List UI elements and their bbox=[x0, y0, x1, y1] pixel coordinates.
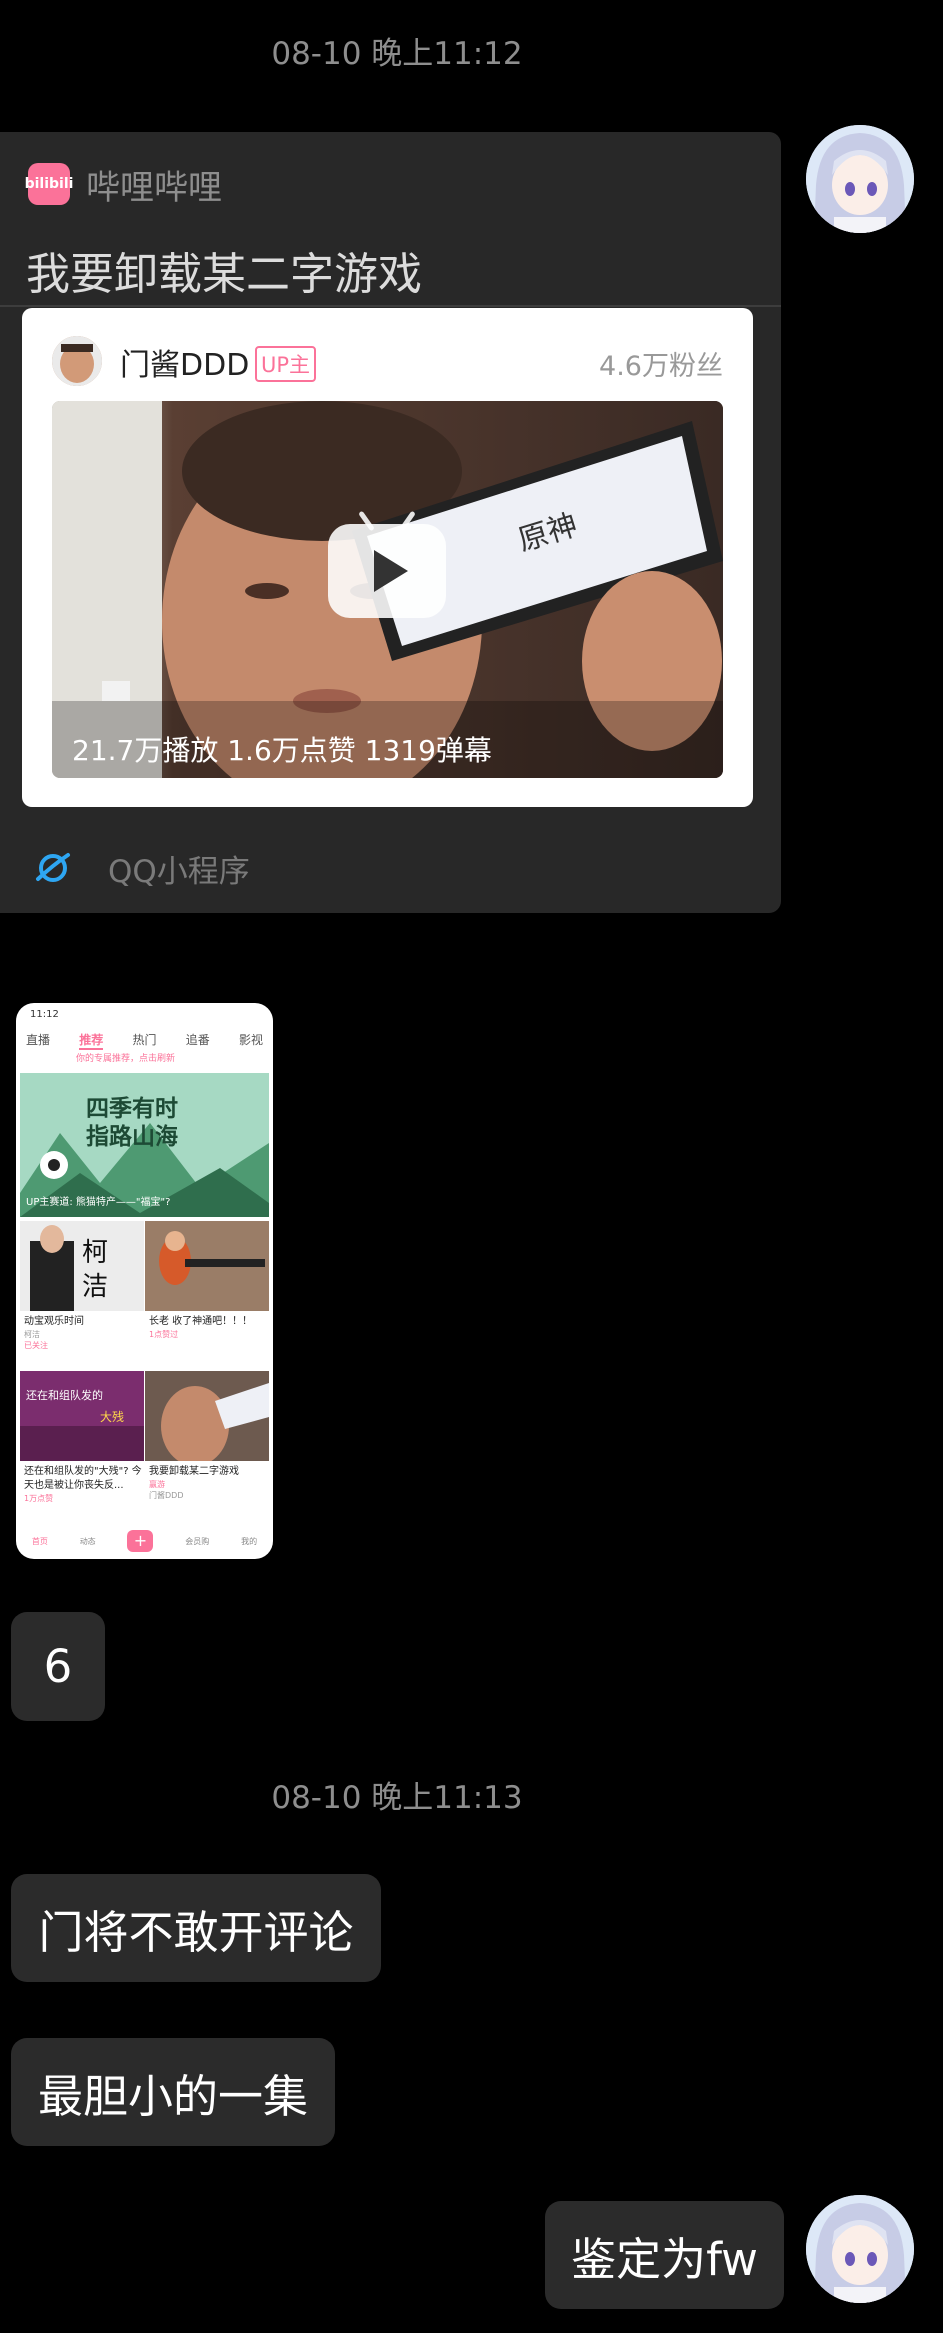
thumb-banner: 四季有时 指路山海 UP主赛道: 熊猫特产——"福宝"? bbox=[20, 1073, 269, 1217]
thumb-video-cover: 柯 洁 bbox=[20, 1221, 144, 1311]
play-icon bbox=[374, 550, 408, 592]
message-text: 最胆小的一集 bbox=[37, 2069, 308, 2123]
fans-count: 4.6万粉丝 bbox=[599, 351, 723, 382]
thumb-cell-title: 动宝观乐时间 bbox=[24, 1316, 84, 1327]
cover-image-icon: 还在和组队发的 大残 bbox=[20, 1371, 144, 1461]
qq-mini-program-icon bbox=[36, 853, 70, 882]
thumb-cell-info: 动宝观乐时间 柯洁 已关注 bbox=[24, 1315, 140, 1351]
divider bbox=[0, 305, 781, 307]
thumb-nav-shop: 会员购 bbox=[185, 1536, 210, 1546]
message-bubble[interactable]: 最胆小的一集 bbox=[11, 2038, 335, 2146]
message-bubble-sent[interactable]: 鉴定为fw bbox=[545, 2201, 784, 2309]
thumb-cell-title: 我要卸载某二字游戏 bbox=[149, 1466, 239, 1477]
card-source: bilibili 哔哩哔哩 bbox=[25, 162, 222, 208]
thumb-cell-tag: 1点赞过 bbox=[149, 1330, 179, 1339]
timestamp: 08-10 晚上11:12 bbox=[271, 36, 523, 72]
thumb-cell-title: 长老 收了神通吧！！！ bbox=[149, 1316, 253, 1327]
thumb-cell-title: 还在和组队发的"大残"? 今天也是被让你丧失反... bbox=[24, 1466, 142, 1491]
share-card[interactable]: bilibili 哔哩哔哩 我要卸载某二字游戏 门酱DDD UP主 4.6万粉丝 bbox=[0, 132, 781, 913]
thumb-cell-info: 还在和组队发的"大残"? 今天也是被让你丧失反... 1万点赞 bbox=[24, 1465, 142, 1504]
svg-text:还在和组队发的: 还在和组队发的 bbox=[26, 1388, 103, 1402]
cover-image-icon: 柯 洁 bbox=[20, 1221, 144, 1311]
svg-text:柯: 柯 bbox=[82, 1238, 108, 1268]
video-thumbnail[interactable]: 原神 21.7万播放 1.6万点赞 1319弹幕 bbox=[52, 401, 723, 778]
mini-program-label: QQ小程序 bbox=[108, 853, 250, 890]
bilibili-logo-icon: bilibili bbox=[25, 163, 73, 205]
screenshot-image[interactable]: 11:12 直播 推荐 热门 追番 影视 你的专属推荐，点击刷新 四季有时 指路… bbox=[16, 1003, 273, 1559]
thumb-tab-active: 推荐 bbox=[79, 1031, 104, 1050]
status-time: 11:12 bbox=[30, 1009, 59, 1020]
thumb-nav-plus-icon: + bbox=[127, 1530, 154, 1552]
message-text: 门将不敢开评论 bbox=[38, 1905, 354, 1959]
thumb-nav-dynamic: 动态 bbox=[79, 1536, 96, 1546]
thumb-cell-tag: 已关注 bbox=[24, 1341, 48, 1350]
thumb-hint: 你的专属推荐，点击刷新 bbox=[76, 1054, 176, 1064]
uploader-face-icon bbox=[52, 336, 102, 386]
cover-image-icon bbox=[145, 1221, 269, 1311]
uploader-avatar bbox=[52, 336, 102, 386]
message-bubble[interactable]: 门将不敢开评论 bbox=[11, 1874, 381, 1982]
avatar[interactable] bbox=[806, 125, 914, 233]
play-button[interactable] bbox=[328, 510, 446, 618]
cover-image-icon bbox=[145, 1371, 269, 1461]
thumb-video-cover bbox=[145, 1221, 269, 1311]
thumb-cell-info: 长老 收了神通吧！！！ 1点赞过 bbox=[149, 1315, 265, 1340]
thumb-tabs: 直播 推荐 热门 追番 影视 bbox=[26, 1031, 263, 1050]
thumb-tab: 直播 bbox=[26, 1033, 51, 1047]
svg-text:大残: 大残 bbox=[100, 1410, 124, 1424]
card-title: 我要卸载某二字游戏 bbox=[26, 249, 422, 300]
card-app-name: 哔哩哔哩 bbox=[86, 167, 222, 208]
banner-subtitle: UP主赛道: 熊猫特产——"福宝"? bbox=[26, 1197, 171, 1208]
thumb-video-cover bbox=[145, 1371, 269, 1461]
message-bubble[interactable]: 6 bbox=[11, 1612, 105, 1721]
thumb-bottom-nav: 首页 动态 + 会员购 我的 bbox=[16, 1523, 273, 1559]
up-badge: UP主 bbox=[255, 346, 317, 382]
thumb-nav-mine: 我的 bbox=[241, 1536, 258, 1546]
thumb-cell-author: 柯洁 bbox=[24, 1330, 40, 1339]
video-preview[interactable]: 门酱DDD UP主 4.6万粉丝 原神 21.7万播放 1.6万点赞 1319弹… bbox=[22, 308, 753, 807]
timestamp: 08-10 晚上11:13 bbox=[271, 1780, 523, 1816]
message-text: 鉴定为fw bbox=[571, 2232, 758, 2286]
video-stats: 21.7万播放 1.6万点赞 1319弹幕 bbox=[72, 734, 492, 767]
thumb-tab: 热门 bbox=[132, 1033, 157, 1047]
anime-avatar-icon bbox=[806, 2195, 914, 2303]
mini-program-footer: QQ小程序 bbox=[34, 848, 250, 890]
thumb-tab: 追番 bbox=[185, 1033, 210, 1047]
anime-avatar-icon bbox=[806, 125, 914, 233]
thumb-cell-info: 我要卸载某二字游戏 赢游 门酱DDD bbox=[149, 1465, 265, 1501]
uploader-name: 门酱DDD bbox=[120, 348, 250, 383]
banner-title: 四季有时 指路山海 bbox=[86, 1096, 178, 1150]
thumb-nav-home: 首页 bbox=[31, 1536, 48, 1546]
message-text: 6 bbox=[43, 1640, 73, 1693]
thumb-cell-tag: 赢游 bbox=[149, 1480, 165, 1489]
thumb-tab: 影视 bbox=[238, 1033, 263, 1047]
thumb-cell-author: 门酱DDD bbox=[149, 1491, 184, 1500]
thumb-cell-tag: 1万点赞 bbox=[24, 1494, 54, 1503]
svg-text:洁: 洁 bbox=[82, 1272, 108, 1302]
avatar[interactable] bbox=[806, 2195, 914, 2303]
thumb-video-cover: 还在和组队发的 大残 bbox=[20, 1371, 144, 1461]
